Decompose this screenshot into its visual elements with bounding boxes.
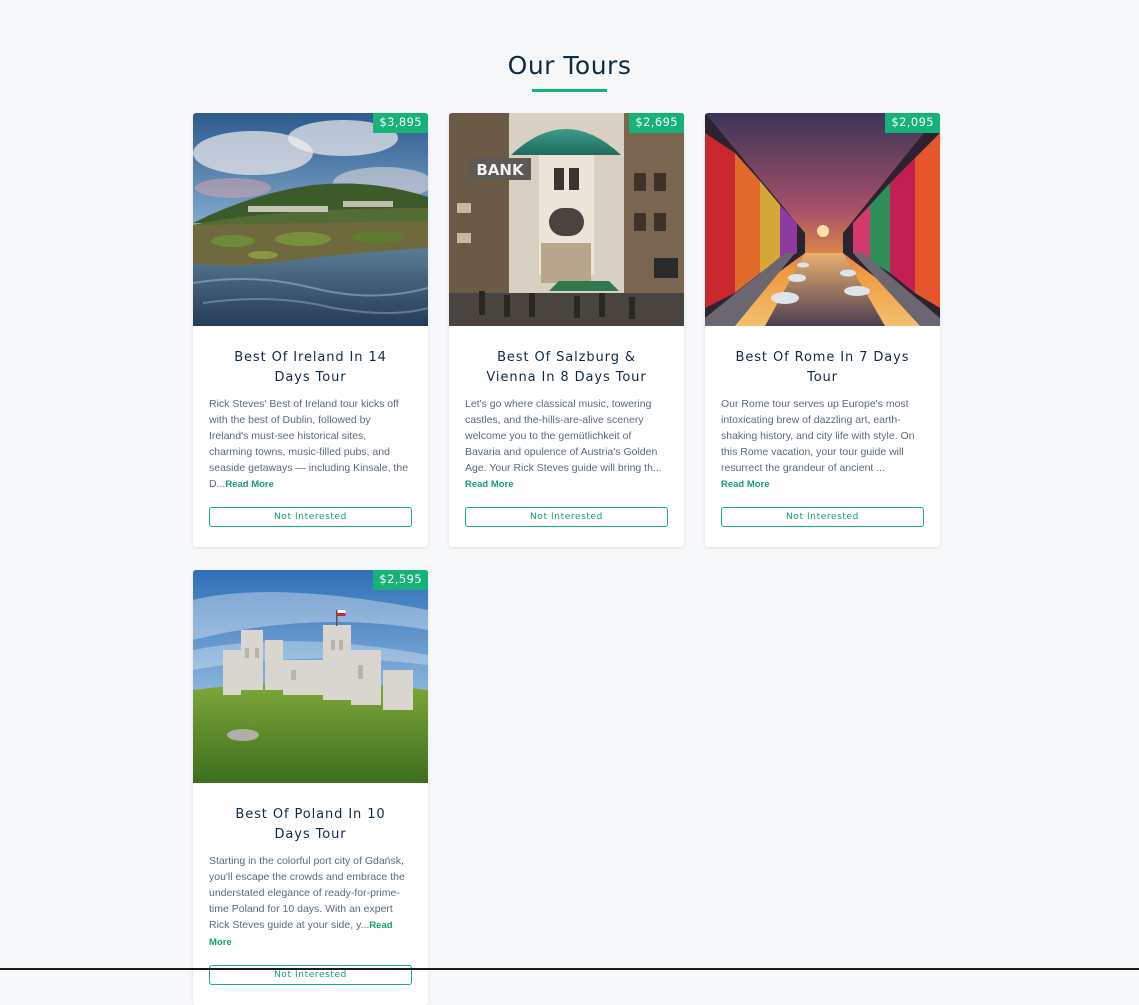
tour-image-poland: $2,595 (193, 570, 428, 783)
tour-title: Best Of Ireland In 14 Days Tour (234, 350, 387, 385)
tour-card-ireland: $3,895 Best Of Ireland In 14 Days Tour R… (193, 113, 428, 547)
not-interested-button[interactable]: Not Interested (465, 507, 668, 527)
read-more-link[interactable]: Read More (721, 479, 770, 490)
tour-title: Best Of Salzburg & Vienna In 8 Days Tour (486, 350, 647, 385)
price-badge: $2,695 (629, 113, 684, 133)
svg-text:BANK: BANK (476, 161, 525, 179)
tour-card-poland: $2,595 Best Of Poland In 10 Days Tour St… (193, 570, 428, 1005)
price-badge: $3,895 (373, 113, 428, 133)
tour-description-text: Our Rome tour serves up Europe's most in… (721, 398, 915, 474)
tour-title: Best Of Rome In 7 Days Tour (735, 350, 910, 385)
price-badge: $2,095 (885, 113, 940, 133)
not-interested-button[interactable]: Not Interested (721, 507, 924, 527)
tour-card-salzburg-vienna: BANK $2,695 Best Of Salzburg & Vienna In… (449, 113, 684, 547)
tour-description: Let's go where classical music, towering… (465, 396, 668, 493)
tour-card-rome: $2,095 Best Of Rome In 7 Days Tour Our R… (705, 113, 940, 547)
page-title: Our Tours (507, 51, 632, 80)
read-more-link[interactable]: Read More (225, 479, 274, 490)
page-header: Our Tours (0, 48, 1139, 92)
tour-description: Rick Steves' Best of Ireland tour kicks … (209, 396, 412, 493)
tour-image-ireland: $3,895 (193, 113, 428, 326)
tour-image-rome: $2,095 (705, 113, 940, 326)
tour-description-text: Rick Steves' Best of Ireland tour kicks … (209, 398, 409, 490)
tour-description-text: Let's go where classical music, towering… (465, 398, 662, 474)
tour-description: Our Rome tour serves up Europe's most in… (721, 396, 924, 493)
price-badge: $2,595 (373, 570, 428, 590)
title-underline (532, 89, 607, 92)
tour-description: Starting in the colorful port city of Gd… (209, 853, 412, 951)
tour-title: Best Of Poland In 10 Days Tour (235, 807, 386, 842)
not-interested-button[interactable]: Not Interested (209, 507, 412, 527)
tour-image-salzburg-vienna: BANK $2,695 (449, 113, 684, 326)
read-more-link[interactable]: Read More (465, 479, 514, 490)
